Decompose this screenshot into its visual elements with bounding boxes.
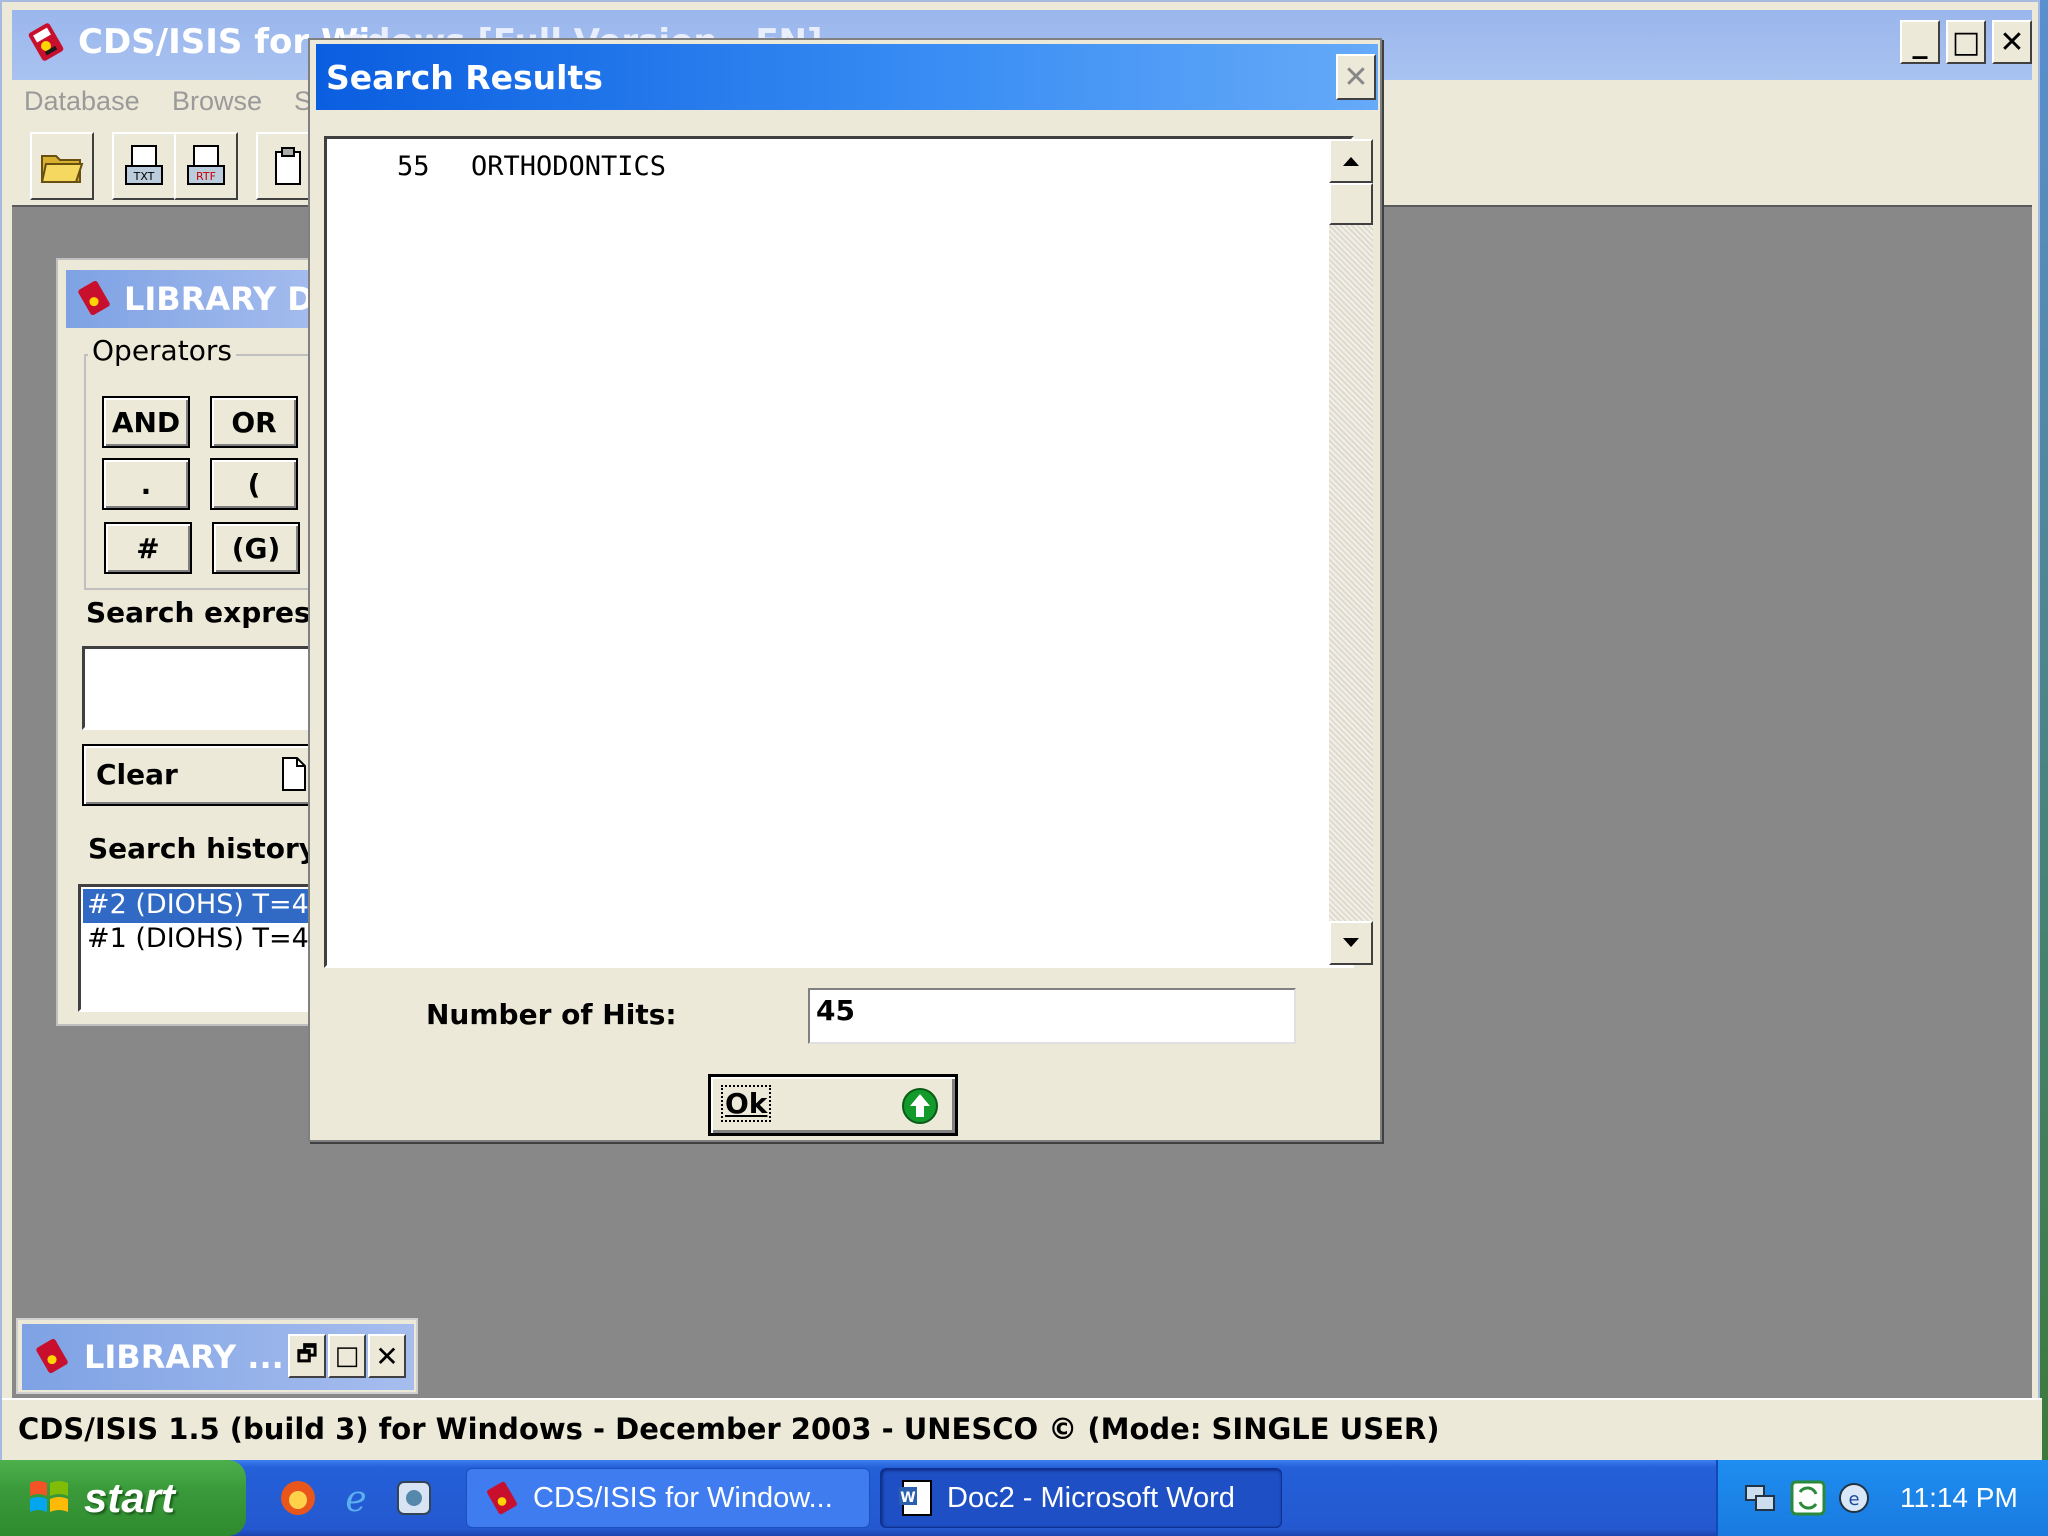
taskbar-item-word[interactable]: W Doc2 - Microsoft Word [880, 1468, 1282, 1528]
word-document-icon: W [899, 1480, 932, 1516]
search-expression-input[interactable] [82, 646, 332, 730]
history-item-selected[interactable]: #2 (DIOHS) T=45 [83, 889, 329, 923]
print-txt-button[interactable]: TXT [112, 132, 176, 200]
operators-label: Operators [88, 334, 236, 367]
svg-text:e: e [1848, 1489, 1859, 1510]
scroll-thumb[interactable] [1329, 183, 1373, 225]
status-bar: CDS/ISIS 1.5 (build 3) for Windows - Dec… [2, 1398, 2042, 1462]
taskbar-item-label: CDS/ISIS for Window... [533, 1481, 833, 1514]
cds-isis-app-icon [28, 23, 64, 61]
system-tray: e 11:14 PM [1716, 1460, 2048, 1536]
operator-or-button[interactable]: OR [210, 396, 298, 448]
result-row[interactable]: 55 ORTHODONTICS [339, 147, 1319, 187]
taskbar: start e CDS/ISIS for Window... W Doc2 - … [0, 1460, 2048, 1536]
svg-text:RTF: RTF [196, 170, 216, 183]
results-list[interactable]: 55 ORTHODONTICS [324, 136, 1373, 968]
restore-button[interactable]: 🗗 [288, 1334, 326, 1378]
number-of-hits-label: Number of Hits: [426, 998, 677, 1031]
svg-text:TXT: TXT [133, 170, 155, 183]
library-search-window: LIBRARY DA Operators AND OR . ( # (G) Se… [56, 258, 339, 1026]
library-window-title: LIBRARY DA [124, 280, 339, 318]
update-icon[interactable]: e [1836, 1480, 1872, 1516]
scroll-down-button[interactable] [1329, 921, 1373, 965]
start-button[interactable]: start [0, 1460, 246, 1536]
start-label: start [84, 1474, 176, 1521]
dialog-title-bar[interactable]: Search Results ✕ [316, 44, 1378, 110]
maximize-button[interactable]: □ [328, 1334, 366, 1378]
cds-isis-app-icon [78, 280, 110, 316]
library-window-title-bar[interactable]: LIBRARY DA [66, 270, 339, 328]
clear-button[interactable]: Clear [82, 744, 332, 806]
status-text: CDS/ISIS 1.5 (build 3) for Windows - Dec… [18, 1412, 1440, 1446]
minimize-button[interactable]: _ [1900, 20, 1940, 64]
operator-and-button[interactable]: AND [102, 396, 190, 448]
minimized-library-window[interactable]: LIBRARY ... 🗗 □ ✕ [16, 1318, 418, 1394]
svg-text:e: e [345, 1479, 366, 1518]
taskbar-item-cds-isis[interactable]: CDS/ISIS for Window... [466, 1468, 870, 1528]
menu-browse[interactable]: Browse [172, 86, 262, 117]
dialog-title: Search Results [326, 58, 603, 97]
dialog-close-button[interactable]: ✕ [1336, 54, 1376, 100]
search-expression-label: Search express [86, 596, 328, 629]
minimized-title-bar[interactable]: LIBRARY ... 🗗 □ ✕ [22, 1324, 414, 1390]
internet-explorer-icon[interactable]: e [336, 1478, 376, 1518]
menu-database[interactable]: Database [24, 86, 140, 117]
print-rtf-button[interactable]: RTF [174, 132, 238, 200]
clear-button-label: Clear [96, 758, 178, 791]
network-icon[interactable] [1742, 1480, 1778, 1516]
firefox-icon[interactable] [278, 1478, 318, 1518]
ok-button-label: Ok [720, 1085, 772, 1122]
cds-isis-app-icon [487, 1481, 517, 1515]
close-button[interactable]: ✕ [1992, 20, 2032, 64]
search-results-dialog: Search Results ✕ 55 ORTHODONTICS Number … [308, 38, 1382, 1142]
windows-logo-icon [30, 1481, 68, 1512]
open-database-button[interactable] [30, 132, 94, 200]
clipboard-icon [275, 147, 301, 185]
number-of-hits-field[interactable]: 45 [808, 988, 1296, 1044]
txt-document-icon: TXT [125, 145, 163, 185]
arrow-down-icon [1343, 938, 1359, 947]
operator-dot-button[interactable]: . [102, 458, 190, 510]
operator-g-button[interactable]: (G) [212, 522, 300, 574]
media-player-icon[interactable] [394, 1478, 434, 1518]
rtf-document-icon: RTF [187, 145, 225, 185]
results-scrollbar[interactable] [1329, 139, 1373, 965]
svg-text:W: W [900, 1490, 915, 1506]
search-history-list[interactable]: #2 (DIOHS) T=45 #1 (DIOHS) T=45 [78, 884, 329, 1012]
operator-hash-button[interactable]: # [104, 522, 192, 574]
ok-button[interactable]: Ok [708, 1074, 958, 1136]
maximize-button[interactable]: □ [1946, 20, 1986, 64]
arrow-up-icon [1343, 157, 1359, 166]
history-item[interactable]: #1 (DIOHS) T=45 [83, 923, 329, 957]
cds-isis-app-icon [36, 1338, 68, 1374]
result-term: ORTHODONTICS [471, 151, 667, 182]
scroll-up-button[interactable] [1329, 139, 1373, 183]
taskbar-item-label: Doc2 - Microsoft Word [947, 1481, 1235, 1514]
operator-paren-button[interactable]: ( [210, 458, 298, 510]
result-count: 55 [397, 151, 430, 182]
folder-open-icon [40, 155, 84, 183]
clock: 11:14 PM [1900, 1482, 2018, 1513]
close-button[interactable]: ✕ [368, 1334, 406, 1378]
sync-icon[interactable] [1790, 1480, 1826, 1516]
minimized-window-title: LIBRARY ... [84, 1338, 284, 1376]
green-up-arrow-icon [902, 1088, 938, 1124]
search-history-label: Search history [88, 832, 318, 865]
desktop-background [2040, 0, 2048, 1460]
new-document-icon [282, 757, 306, 791]
